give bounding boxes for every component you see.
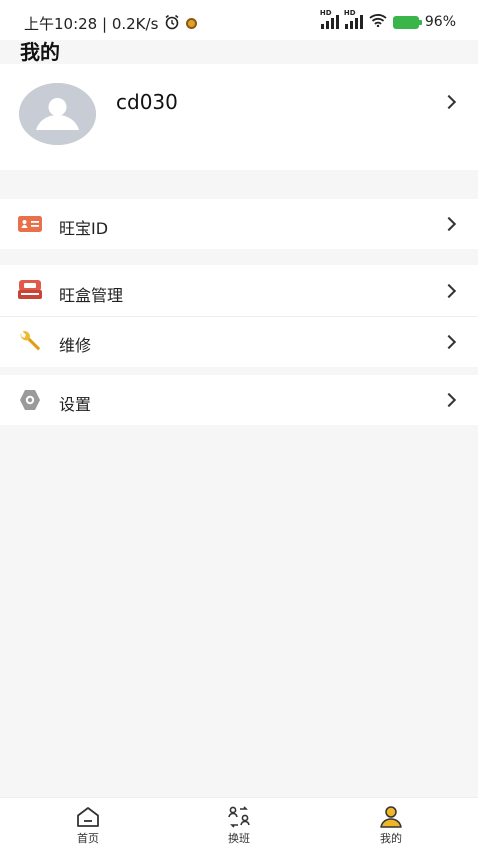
alarm-icon [164,14,180,34]
nav-shift-swap[interactable]: 换班 [189,798,289,850]
shift-swap-icon [228,806,250,828]
status-left: 上午10:28 | 0.2K/s [24,13,198,34]
id-card-icon [18,216,42,236]
nav-home[interactable]: 首页 [38,798,138,850]
menu-item-wangbao-id[interactable]: 旺宝ID [0,199,478,249]
battery-percent: 96% [424,14,456,30]
nav-label: 首页 [77,832,99,845]
menu-item-label: 旺盒管理 [59,286,124,305]
chevron-right-icon [441,283,457,299]
battery-icon [392,15,422,29]
menu-item-label: 维修 [59,336,92,355]
nav-label: 我的 [380,832,402,845]
chevron-right-icon [441,334,457,350]
menu-item-box-manage[interactable]: 旺盒管理 [0,265,478,316]
status-bar: 上午10:28 | 0.2K/s HD HD 96% [0,0,478,40]
chevron-right-icon [441,392,457,408]
username: cd030 [116,90,178,114]
bottom-nav: 首页 换班 我的 [0,797,478,850]
gear-icon [18,389,42,415]
signal-icon: HD [320,9,339,29]
status-time-speed: 上午10:28 | 0.2K/s [24,15,159,33]
menu-item-label: 设置 [59,395,92,414]
wrench-icon [18,331,42,357]
record-indicator-icon [186,18,198,29]
menu-item-label: 旺宝ID [59,219,109,238]
box-icon [18,280,42,304]
signal-icon-2: HD [344,9,363,29]
avatar[interactable] [19,83,96,145]
user-icon [380,806,402,828]
default-user-icon [19,83,96,145]
status-right: HD HD 96% [320,9,456,31]
menu-item-settings[interactable]: 设置 [0,375,478,425]
menu-item-repair[interactable]: 维修 [0,317,478,367]
nav-mine[interactable]: 我的 [341,798,441,850]
wifi-icon [369,13,387,31]
nav-label: 换班 [228,832,250,845]
home-icon [77,807,99,827]
chevron-right-icon [441,216,457,232]
page-title: 我的 [20,40,60,64]
chevron-right-icon[interactable] [441,94,457,110]
profile-card[interactable]: cd030 [0,64,478,170]
